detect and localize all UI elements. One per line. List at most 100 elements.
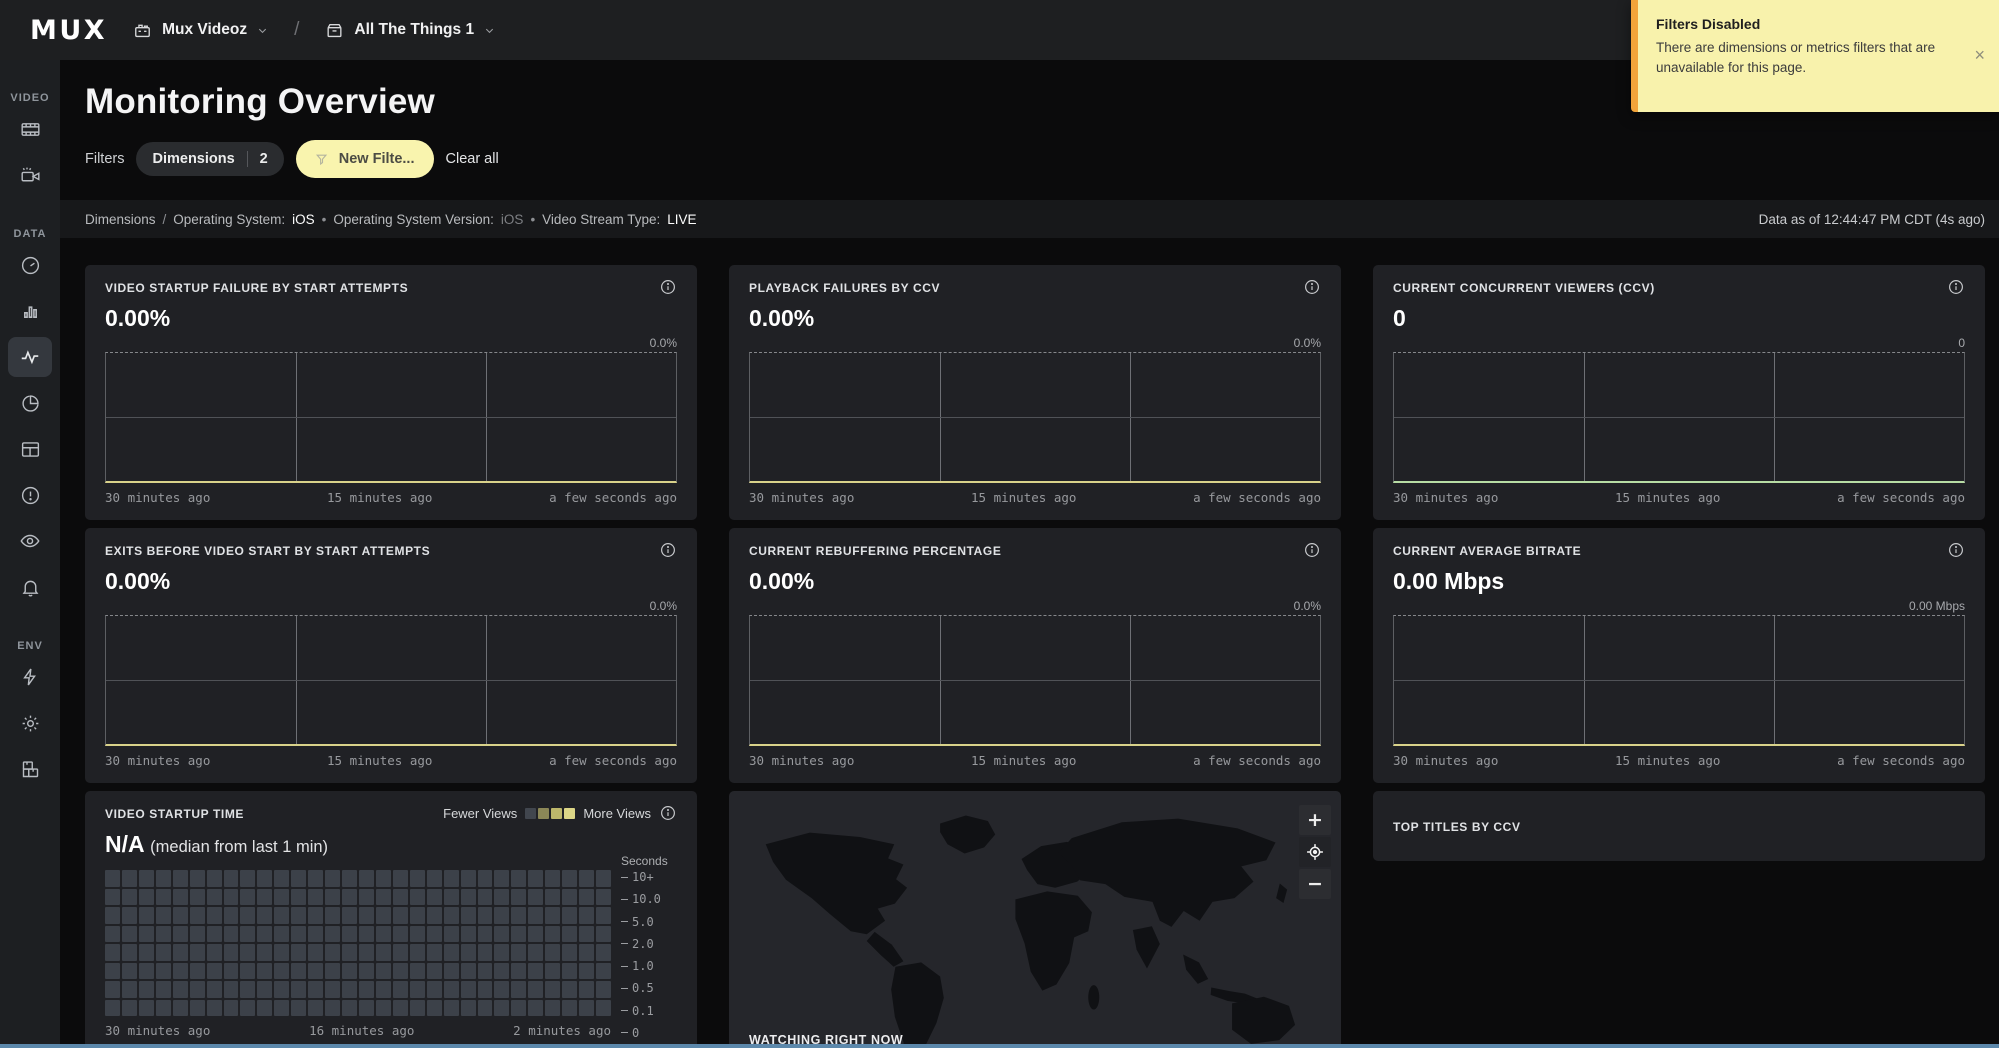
heatmap-cell — [207, 963, 222, 980]
filters-row: Filters Dimensions 2 New Filte... Clear … — [85, 140, 1999, 178]
sidebar-item-packages[interactable] — [7, 746, 53, 792]
org-switcher[interactable]: Mux Videoz — [133, 21, 268, 40]
info-icon[interactable] — [1947, 278, 1965, 296]
sidebar-item-alert-circle[interactable] — [7, 472, 53, 518]
clear-all-button[interactable]: Clear all — [446, 151, 499, 167]
heatmap-cell — [562, 963, 577, 980]
heatmap-cell — [139, 981, 154, 998]
map-zoom-out-button[interactable]: − — [1299, 869, 1331, 899]
sidebar-item-pie-chart[interactable] — [7, 380, 53, 426]
heatmap-cell — [494, 1000, 509, 1017]
dimensions-pill-label: Dimensions — [152, 151, 234, 167]
heatmap-cell — [359, 926, 374, 943]
info-icon[interactable] — [1947, 541, 1965, 559]
heatmap-cell — [173, 981, 188, 998]
heatmap-cell — [528, 981, 543, 998]
sidebar-item-live-stream[interactable] — [7, 152, 53, 198]
sidebar-item-film[interactable] — [7, 106, 53, 152]
heatmap-cell — [139, 889, 154, 906]
info-icon[interactable] — [659, 278, 677, 296]
sidebar-item-bar-chart[interactable] — [7, 288, 53, 334]
chart-card: CURRENT AVERAGE BITRATE 0.00 Mbps 0.00 M… — [1373, 528, 1985, 783]
dimensions-filter-pill[interactable]: Dimensions 2 — [136, 142, 283, 176]
heatmap-cell — [562, 1000, 577, 1017]
world-map[interactable] — [729, 791, 1341, 1048]
x-tick-label: 15 minutes ago — [971, 490, 1076, 505]
sidebar-item-gear[interactable] — [7, 700, 53, 746]
heatmap-cell — [461, 926, 476, 943]
info-icon[interactable] — [659, 541, 677, 559]
heatmap-cell — [240, 870, 255, 887]
chart-plot-area[interactable] — [1393, 615, 1965, 746]
heatmap-cell — [528, 944, 543, 961]
heatmap-x-axis: 30 minutes ago 16 minutes ago 2 minutes … — [105, 1023, 611, 1038]
map-zoom-in-button[interactable]: + — [1299, 805, 1331, 835]
heatmap-cell — [308, 1000, 323, 1017]
heatmap-cell — [291, 963, 306, 980]
map-locate-button[interactable] — [1299, 837, 1331, 867]
info-icon[interactable] — [659, 804, 677, 822]
viewers-map-card[interactable]: + − WATCHING RIGHT NOW 0 0 — [729, 791, 1341, 1048]
heatmap-cell — [207, 981, 222, 998]
heatmap-cell — [173, 907, 188, 924]
heatmap-grid[interactable] — [105, 870, 611, 1016]
heatmap-cell — [545, 870, 560, 887]
info-icon[interactable] — [1303, 278, 1321, 296]
filter-value: LIVE — [667, 212, 696, 227]
x-tick-label: a few seconds ago — [1193, 490, 1321, 505]
heatmap-cell — [325, 889, 340, 906]
heatmap-cell — [190, 944, 205, 961]
sidebar-item-gauge[interactable] — [7, 242, 53, 288]
chart-card: CURRENT CONCURRENT VIEWERS (CCV) 0 0 30 … — [1373, 265, 1985, 520]
environment-switcher[interactable]: All The Things 1 — [325, 21, 495, 40]
heatmap-cell — [274, 926, 289, 943]
heatmap-cell — [207, 870, 222, 887]
map-zoom-controls: + − — [1299, 805, 1331, 899]
chart-plot-area[interactable] — [105, 615, 677, 746]
heatmap-cell — [579, 944, 594, 961]
heatmap-cell — [545, 889, 560, 906]
mux-logo: MUX — [30, 15, 107, 46]
heatmap-cell — [427, 870, 442, 887]
close-icon[interactable]: × — [1974, 46, 1985, 64]
chart-plot-area[interactable] — [749, 615, 1321, 746]
gauge-icon — [20, 255, 41, 276]
heatmap-cell — [528, 963, 543, 980]
heatmap-cell — [173, 963, 188, 980]
chart-plot-area[interactable] — [749, 352, 1321, 483]
heatmap-cell — [257, 926, 272, 943]
filters-disabled-toast: Filters Disabled There are dimensions or… — [1631, 0, 1999, 112]
new-filter-button[interactable]: New Filte... — [296, 140, 434, 178]
heatmap-cell — [224, 944, 239, 961]
legend-fewer-label: Fewer Views — [443, 806, 517, 821]
sidebar-item-bell[interactable] — [7, 564, 53, 610]
heatmap-cell — [139, 870, 154, 887]
sidebar-section-label: VIDEO — [10, 92, 49, 106]
heatmap-cell — [444, 870, 459, 887]
heatmap-cell — [325, 1000, 340, 1017]
chart-plot-area[interactable] — [105, 352, 677, 483]
chart-x-axis: 30 minutes ago 15 minutes ago a few seco… — [105, 490, 677, 505]
heatmap-cell — [359, 889, 374, 906]
heatmap-cell — [139, 963, 154, 980]
sidebar-item-eye[interactable] — [7, 518, 53, 564]
breadcrumb-separator: / — [163, 212, 167, 227]
chart-title: EXITS BEFORE VIDEO START BY START ATTEMP… — [105, 544, 430, 558]
heatmap-cell — [105, 1000, 120, 1017]
heatmap-body: 30 minutes ago 16 minutes ago 2 minutes … — [105, 870, 677, 1038]
filter-value: iOS — [292, 212, 315, 227]
heatmap-cell — [122, 870, 137, 887]
sidebar-item-lightning[interactable] — [7, 654, 53, 700]
heatmap-cell — [207, 944, 222, 961]
heatmap-cell — [190, 1000, 205, 1017]
sidebar-item-layout[interactable] — [7, 426, 53, 472]
chart-plot-area[interactable] — [1393, 352, 1965, 483]
info-icon[interactable] — [1303, 541, 1321, 559]
sidebar-item-pulse[interactable] — [8, 337, 52, 377]
heatmap-cell — [511, 926, 526, 943]
heatmap-cell — [325, 981, 340, 998]
chart-x-axis: 30 minutes ago 15 minutes ago a few seco… — [105, 753, 677, 768]
chart-title: CURRENT CONCURRENT VIEWERS (CCV) — [1393, 281, 1655, 295]
heatmap-cell — [410, 870, 425, 887]
heatmap-cell — [494, 907, 509, 924]
